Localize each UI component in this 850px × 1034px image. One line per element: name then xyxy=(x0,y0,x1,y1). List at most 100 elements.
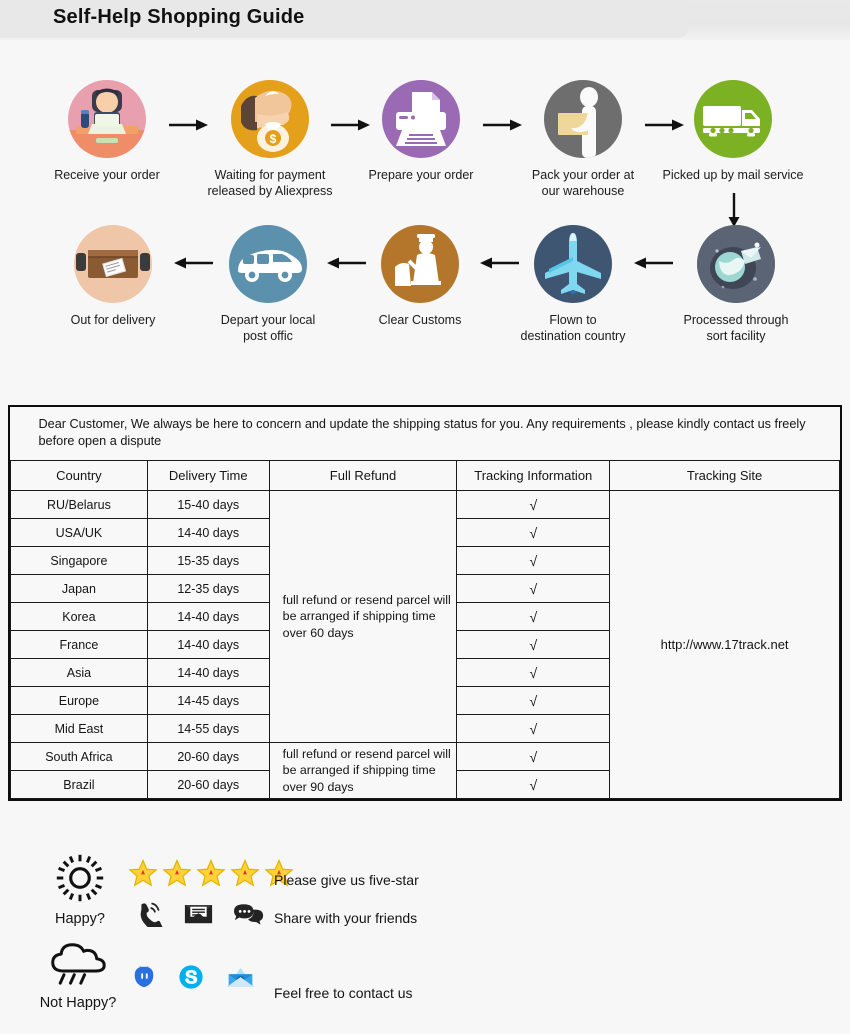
flow-step-pack-order: Pack your order at our warehouse xyxy=(503,80,663,199)
flow-step-depart-post-office: Depart your local post offic xyxy=(188,225,348,344)
cell-delivery: 15-35 days xyxy=(146,546,270,575)
column-header-delivery-time: Delivery Time xyxy=(146,460,270,491)
svg-text:$: $ xyxy=(270,132,277,146)
flow-step-label: Picked up by mail service xyxy=(662,168,804,182)
page-header: Self-Help Shopping Guide xyxy=(0,0,850,40)
cell-country: Korea xyxy=(10,602,148,631)
cell-delivery: 14-40 days xyxy=(146,518,270,547)
cell-delivery: 14-40 days xyxy=(146,602,270,631)
globe-mail-icon xyxy=(697,225,775,303)
cell-tracking: √ xyxy=(456,658,611,687)
flow-step-label: Flown to destination country xyxy=(520,313,626,343)
aliwangwang-icon[interactable] xyxy=(131,964,157,990)
skype-icon[interactable] xyxy=(178,964,204,990)
table-notice-row: Dear Customer, We always be here to conc… xyxy=(10,407,840,461)
cell-tracking: √ xyxy=(456,546,611,575)
flow-step-clear-customs: Clear Customs xyxy=(340,225,500,328)
shipping-process-flow: Receive your order $ Waiting for payment… xyxy=(0,40,850,390)
cell-tracking: √ xyxy=(456,686,611,715)
person-at-desk-icon xyxy=(68,80,146,158)
cell-delivery: 12-35 days xyxy=(146,574,270,603)
flow-step-label: Prepare your order xyxy=(368,168,474,182)
cell-full-refund-90: full refund or resend parcel will be arr… xyxy=(268,742,458,799)
cell-country: Japan xyxy=(10,574,148,603)
cell-country: France xyxy=(10,630,148,659)
not-happy-label: Not Happy? xyxy=(39,995,117,1011)
cell-delivery: 14-40 days xyxy=(146,630,270,659)
cell-tracking-site[interactable]: http://www.17track.net xyxy=(609,490,840,799)
table-header-row: Country Delivery Time Full Refund Tracki… xyxy=(10,460,840,491)
cell-delivery: 14-40 days xyxy=(146,658,270,687)
flow-step-out-for-delivery: Out for delivery xyxy=(33,225,193,328)
cell-delivery: 20-60 days xyxy=(146,742,270,771)
cell-tracking: √ xyxy=(456,770,611,799)
cell-country: Mid East xyxy=(10,714,148,743)
cell-tracking: √ xyxy=(456,630,611,659)
printer-icon xyxy=(382,80,460,158)
shipping-info-table: Dear Customer, We always be here to conc… xyxy=(8,405,842,801)
envelope-icon[interactable] xyxy=(184,902,213,926)
star-icon[interactable] xyxy=(162,858,192,888)
star-icon[interactable] xyxy=(196,858,226,888)
cell-tracking: √ xyxy=(456,490,611,519)
cell-country: South Africa xyxy=(10,742,148,771)
cell-country: USA/UK xyxy=(10,518,148,547)
flow-step-sort-facility: Processed through sort facility xyxy=(656,225,816,344)
rain-cloud-icon xyxy=(18,939,138,993)
delivery-van-icon xyxy=(229,225,307,303)
flow-step-label: Waiting for payment released by Aliexpre… xyxy=(207,168,333,198)
cell-delivery: 14-55 days xyxy=(146,714,270,743)
sun-icon xyxy=(20,852,140,909)
flow-step-label: Receive your order xyxy=(54,168,160,182)
flow-step-label: Pack your order at our warehouse xyxy=(531,168,635,198)
cell-tracking: √ xyxy=(456,518,611,547)
column-header-country: Country xyxy=(10,460,148,491)
five-star-text: Please give us five-star xyxy=(274,872,419,888)
flow-step-prepare-order: Prepare your order xyxy=(341,80,501,183)
cell-country: Singapore xyxy=(10,546,148,575)
chat-bubbles-icon[interactable] xyxy=(234,902,264,926)
happy-block: Happy? xyxy=(20,852,140,927)
flow-step-receive-order: Receive your order xyxy=(27,80,187,183)
contact-icons-row: @ xyxy=(131,964,256,990)
cell-tracking: √ xyxy=(456,742,611,771)
cell-delivery: 15-40 days xyxy=(146,490,270,519)
flow-step-label: Processed through sort facility xyxy=(683,313,789,343)
not-happy-block: Not Happy? xyxy=(18,939,138,1011)
share-icons-row xyxy=(136,900,264,927)
cell-tracking: √ xyxy=(456,602,611,631)
star-rating[interactable] xyxy=(128,858,294,888)
cell-delivery: 20-60 days xyxy=(146,770,270,799)
parcel-box-icon xyxy=(74,225,152,303)
contact-text: Feel free to contact us xyxy=(274,985,413,1001)
worker-packing-icon xyxy=(544,80,622,158)
column-header-full-refund: Full Refund xyxy=(268,460,458,491)
cell-full-refund-60: full refund or resend parcel will be arr… xyxy=(268,490,458,743)
star-icon[interactable] xyxy=(230,858,260,888)
column-header-tracking-information: Tracking Information xyxy=(456,460,611,491)
share-text: Share with your friends xyxy=(274,910,418,926)
happy-label: Happy? xyxy=(55,911,105,927)
cell-tracking: √ xyxy=(456,714,611,743)
cell-country: Europe xyxy=(10,686,148,715)
customs-officer-icon xyxy=(381,225,459,303)
customer-notice: Dear Customer, We always be here to conc… xyxy=(10,407,840,461)
flow-step-flown-to-destination: Flown to destination country xyxy=(493,225,653,344)
feedback-footer: Happy? Not Happy? Please give us five-st… xyxy=(0,806,850,1034)
shipping-guide-page: Self-Help Shopping Guide Receive your or… xyxy=(0,0,850,1034)
cell-country: Brazil xyxy=(10,770,148,799)
flow-step-picked-up: Picked up by mail service xyxy=(653,80,813,183)
cell-tracking: √ xyxy=(456,574,611,603)
flow-step-label: Out for delivery xyxy=(70,313,156,327)
email-icon[interactable]: @ xyxy=(225,965,256,989)
phone-ring-icon[interactable] xyxy=(136,900,163,927)
star-icon[interactable] xyxy=(128,858,158,888)
cell-delivery: 14-45 days xyxy=(146,686,270,715)
airplane-icon xyxy=(534,225,612,303)
table-row: RU/Belarus 15-40 days full refund or res… xyxy=(10,490,840,799)
cell-country: RU/Belarus xyxy=(10,490,148,519)
flow-step-label: Clear Customs xyxy=(378,313,462,327)
flow-step-waiting-payment: $ Waiting for payment released by Aliexp… xyxy=(190,80,350,199)
flow-step-label: Depart your local post offic xyxy=(220,313,316,343)
page-title: Self-Help Shopping Guide xyxy=(53,6,305,28)
